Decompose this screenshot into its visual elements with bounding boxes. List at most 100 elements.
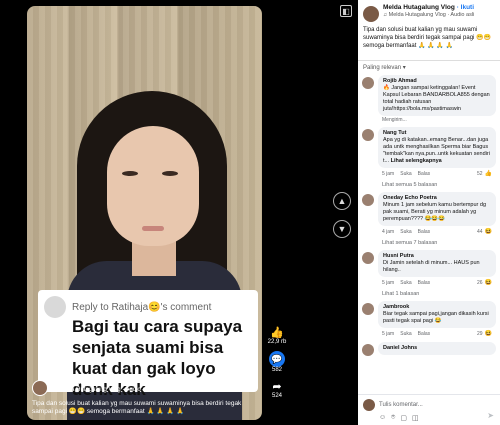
like-button[interactable]: 👍 22,9 rb	[267, 325, 287, 346]
video-author[interactable]: Melda Hutagalung Vlog ♫ Melda Hutagalung…	[32, 380, 152, 396]
gif-icon[interactable]: ▢	[400, 414, 407, 422]
comment-item: Oneday Echo Poetra Minum 1 jam sebelum k…	[362, 192, 496, 237]
collapse-panel-icon[interactable]: ◧	[340, 5, 352, 17]
divider	[358, 60, 500, 61]
sending-status: Mengirim...	[382, 117, 407, 123]
author-name[interactable]: Melda Hutagalung Vlog	[52, 380, 152, 387]
next-reel-button[interactable]: ▼	[333, 220, 351, 238]
comment-meta: 4 jam Suka Balas 44 😆	[378, 226, 496, 237]
reply-comment-button[interactable]: Balas	[418, 171, 431, 177]
mouth	[142, 226, 164, 231]
send-icon[interactable]: ➤	[487, 411, 494, 420]
user-avatar	[363, 399, 375, 411]
comment-count: 582	[271, 367, 282, 373]
comment-bubble: Rojib Ahmad 🔥 Jangan sampai ketinggalan!…	[378, 75, 496, 116]
comment-meta: 5 jam Suka Balas 52 👍	[378, 168, 496, 179]
reaction-number: 29	[476, 330, 483, 337]
audio-label[interactable]: ♫ Melda Hutagalung Vlog · Audio asli	[52, 387, 152, 394]
comment-text: Biar tegak sampai pagi,jangan dikasih ku…	[383, 311, 489, 324]
comment-meta: 5 jam Suka Balas 29 😆	[378, 328, 496, 339]
reaction-icon: 😆	[484, 229, 492, 235]
author-avatar[interactable]	[32, 380, 48, 396]
camera-icon[interactable]: ⌾	[391, 414, 395, 422]
comment-text: Minum 1 jam sebelum kamu bertempur dg pa…	[383, 202, 487, 222]
page-avatar[interactable]	[363, 6, 379, 22]
share-button[interactable]: ➦ 524	[270, 379, 284, 400]
panel-header: Melda Hutagalung Vlog · Ikuti ♫ Melda Hu…	[358, 0, 500, 22]
reaction-count[interactable]: 52 👍	[476, 170, 492, 178]
comment-input-field[interactable]: Tulis komentar...	[379, 402, 495, 408]
comment-author[interactable]: Jambrook	[383, 304, 491, 311]
reaction-number: 52	[476, 170, 483, 177]
comment-time: 4 jam	[382, 228, 395, 235]
comment-composer: Tulis komentar... ☺ ⌾ ▢ ◫ ➤	[358, 394, 500, 425]
comment-author[interactable]: Rojib Ahmad	[383, 78, 491, 85]
comment-author[interactable]: Oneday Echo Poetra	[383, 195, 491, 202]
commenter-avatar[interactable]	[362, 77, 374, 89]
comment-bubble: Daniel Johns	[378, 342, 496, 355]
like-count: 22,9 rb	[267, 339, 287, 345]
page-name[interactable]: Melda Hutagalung Vlog	[383, 4, 455, 11]
previous-reel-button[interactable]: ▲	[333, 192, 351, 210]
commenter-avatar[interactable]	[362, 194, 374, 206]
share-icon: ➦	[272, 380, 282, 393]
panel-caption: Tipa dan solusi buat kalian yg mau suwam…	[363, 27, 491, 49]
comment-item: Rojib Ahmad 🔥 Jangan sampai ketinggalan!…	[362, 75, 496, 124]
composer-tools: ☺ ⌾ ▢ ◫	[363, 414, 495, 422]
comment-bubble: Nang Tut Apa yg di katakan..emang Benar.…	[378, 127, 496, 168]
reply-comment-button[interactable]: Balas	[418, 229, 431, 235]
reaction-icon: 😆	[484, 331, 492, 337]
video-player[interactable]: Reply to Ratihaja😊's comment Bagi tau ca…	[27, 6, 262, 420]
comment-item: Jambrook Biar tegak sampai pagi,jangan d…	[362, 301, 496, 339]
follow-button[interactable]: · Ikuti	[457, 4, 474, 11]
reaction-count[interactable]: 26 😆	[476, 279, 492, 287]
sticker-icon[interactable]: ◫	[412, 414, 419, 422]
like-comment-button[interactable]: Suka	[400, 229, 411, 235]
comment-time: 5 jam	[382, 170, 395, 177]
commenter-avatar[interactable]	[362, 252, 374, 264]
see-more-link[interactable]: Lihat selengkapnya	[391, 158, 442, 164]
share-count: 524	[271, 393, 282, 399]
comment-bubble: Oneday Echo Poetra Minum 1 jam sebelum k…	[378, 192, 496, 226]
commenter-avatar[interactable]	[362, 303, 374, 315]
sort-dropdown[interactable]: Paling relevan ▾	[358, 64, 500, 71]
comment-author[interactable]: Husni Putra	[383, 253, 491, 260]
like-comment-button[interactable]: Suka	[400, 280, 411, 286]
view-replies-link[interactable]: Lihat semua 7 balasan	[362, 240, 496, 250]
reaction-icon: 😆	[484, 280, 492, 286]
comment-item: Nang Tut Apa yg di katakan..emang Benar.…	[362, 127, 496, 179]
reply-comment-button[interactable]: Balas	[418, 331, 431, 337]
reply-header: Reply to Ratihaja😊's comment	[44, 296, 252, 318]
thumbs-up-icon: 👍	[270, 326, 284, 339]
reaction-count[interactable]: 44 😆	[476, 228, 492, 236]
comment-item: Daniel Johns	[362, 342, 496, 356]
comment-author[interactable]: Daniel Johns	[383, 345, 491, 352]
reply-comment-button[interactable]: Balas	[418, 280, 431, 286]
like-comment-button[interactable]: Suka	[400, 331, 411, 337]
comment-text: Di Jamin setelah di minum... HAUS pun hi…	[383, 260, 480, 273]
like-comment-button[interactable]: Suka	[400, 171, 411, 177]
commenter-avatar[interactable]	[362, 344, 374, 356]
action-column: 👍 22,9 rb 💬 582 ➦ 524	[263, 325, 291, 400]
comment-list: Rojib Ahmad 🔥 Jangan sampai ketinggalan!…	[358, 71, 500, 356]
view-replies-link[interactable]: Lihat semua 5 balasan	[362, 182, 496, 192]
reaction-icon: 👍	[484, 171, 492, 177]
reply-label: Reply to Ratihaja😊's comment	[72, 301, 212, 313]
comment-bubble: Husni Putra Di Jamin setelah di minum...…	[378, 250, 496, 277]
left-eye	[122, 171, 138, 176]
reaction-number: 26	[476, 279, 483, 286]
reply-avatar	[44, 296, 66, 318]
comment-button[interactable]: 💬 582	[269, 351, 285, 373]
panel-audio[interactable]: ♫ Melda Hutagalung Vlog · Audio asli	[383, 12, 474, 19]
reaction-number: 44	[476, 228, 483, 235]
right-eye	[162, 171, 178, 176]
emoji-icon[interactable]: ☺	[379, 414, 386, 422]
reels-viewer: Reply to Ratihaja😊's comment Bagi tau ca…	[0, 0, 500, 425]
view-replies-link[interactable]: Lihat 1 balasan	[362, 291, 496, 301]
reaction-count[interactable]: 29 😆	[476, 330, 492, 338]
comment-author[interactable]: Nang Tut	[383, 130, 491, 137]
comment-time: 5 jam	[382, 330, 395, 337]
reel-navigation: ▲ ▼	[333, 192, 351, 238]
video-caption: Tipa dan solusi buat kalian yg mau suwam…	[32, 400, 242, 415]
commenter-avatar[interactable]	[362, 129, 374, 141]
